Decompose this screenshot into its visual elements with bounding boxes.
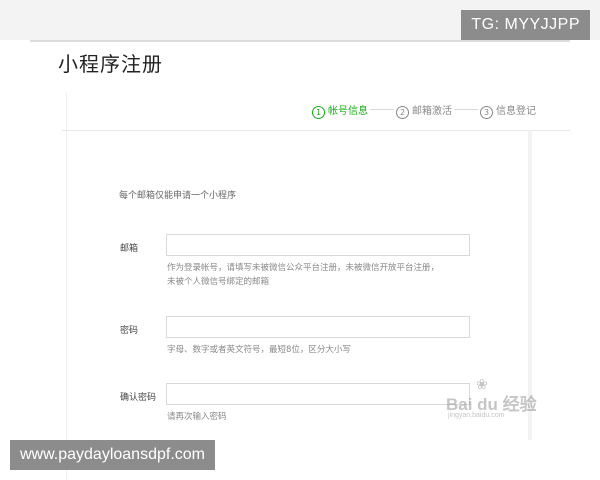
baidu-watermark: ❀ Bai du 经验 jingyan.baidu.com bbox=[446, 376, 546, 426]
baidu-watermark-url: jingyan.baidu.com bbox=[448, 412, 505, 419]
confirm-password-label: 确认密码 bbox=[120, 393, 157, 403]
notice-text: 每个邮箱仅能申请一个小程序 bbox=[119, 191, 237, 201]
page-title: 小程序注册 bbox=[58, 52, 163, 76]
password-hint: 字母、数字或者英文符号，最短8位，区分大小写 bbox=[167, 345, 351, 355]
step-connector bbox=[454, 109, 478, 110]
step-label: 帐号信息 bbox=[328, 106, 368, 117]
step-connector bbox=[370, 109, 394, 110]
email-hint: 作为登录帐号，请填写未被微信公众平台注册，未被微信开放平台注册， 未被个人微信号… bbox=[167, 261, 487, 289]
step-label: 邮箱激活 bbox=[412, 106, 452, 117]
email-hint-line-2: 未被个人微信号绑定的邮箱 bbox=[167, 277, 270, 287]
step-label: 信息登记 bbox=[496, 106, 536, 117]
email-hint-line-1: 作为登录帐号，请填写未被微信公众平台注册，未被微信开放平台注册， bbox=[167, 263, 440, 273]
site-watermark: www.paydayloansdpf.com bbox=[10, 440, 215, 470]
tg-watermark: TG: MYYJJPP bbox=[461, 10, 590, 40]
password-label: 密码 bbox=[120, 326, 139, 336]
email-label: 邮箱 bbox=[120, 244, 139, 254]
step-email-activation: 2 邮箱激活 bbox=[396, 102, 452, 119]
step-number-3: 3 bbox=[480, 106, 493, 119]
step-account-info: 1 帐号信息 bbox=[312, 102, 368, 119]
steps-bar: 1 帐号信息 2 邮箱激活 3 信息登记 bbox=[62, 92, 570, 131]
step-number-1: 1 bbox=[312, 106, 325, 119]
confirm-password-field[interactable] bbox=[166, 383, 470, 405]
email-field[interactable] bbox=[166, 234, 470, 256]
page: TG: MYYJJPP 小程序注册 1 帐号信息 2 邮箱激活 3 信息登记 每个邮箱… bbox=[0, 0, 600, 480]
step-number-2: 2 bbox=[396, 106, 409, 119]
header-divider bbox=[30, 40, 570, 42]
step-info-registration: 3 信息登记 bbox=[480, 102, 536, 119]
confirm-password-hint: 请再次输入密码 bbox=[167, 412, 227, 422]
password-field[interactable] bbox=[166, 316, 470, 338]
